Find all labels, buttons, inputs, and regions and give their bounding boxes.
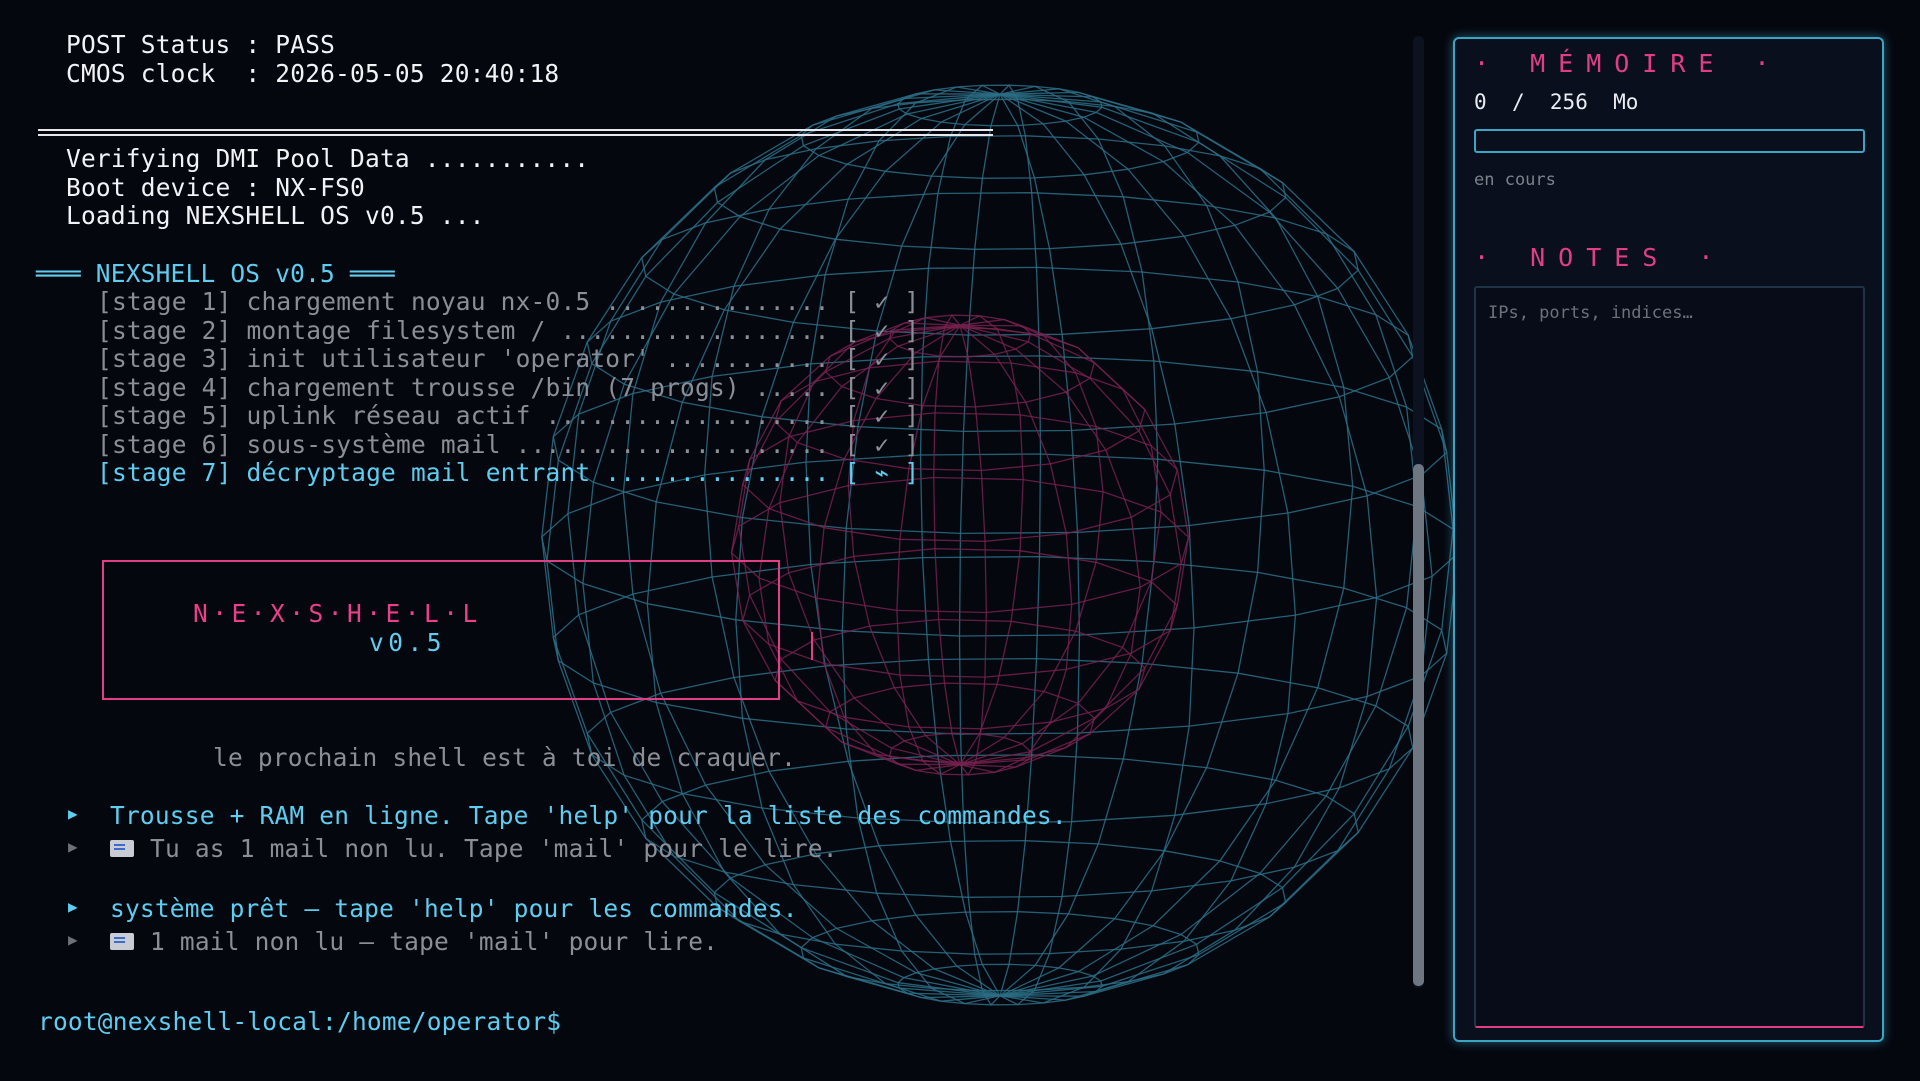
- arrow-right-icon: ▶: [68, 836, 78, 856]
- notes-heading: · NOTES ·: [1474, 243, 1727, 272]
- message-line: ▶ Tu as 1 mail non lu. Tape 'mail' pour l…: [68, 834, 838, 864]
- boot-line: Loading NEXSHELL OS v0.5 ...: [66, 201, 485, 230]
- message-text: Trousse + RAM en ligne. Tape 'help' pour…: [110, 801, 1067, 830]
- cmos-clock-line: CMOS clock : 2026-05-05 20:40:18: [66, 59, 560, 88]
- boot-line: Boot device : NX-FS0: [66, 173, 366, 202]
- memory-progress-bar: [1474, 129, 1865, 153]
- terminal-output: POST Status : PASS CMOS clock : 2026-05-…: [0, 0, 1400, 1081]
- memory-heading: · MÉMOIRE ·: [1474, 49, 1783, 78]
- post-status-line: POST Status : PASS: [66, 30, 336, 59]
- message-text: 1 mail non lu — tape 'mail' pour lire.: [150, 927, 719, 956]
- shell-prompt[interactable]: root@nexshell-local:/home/operator$: [38, 1007, 561, 1037]
- memory-separator: /: [1511, 90, 1525, 114]
- message-line: ▶ 1 mail non lu — tape 'mail' pour lire.: [68, 927, 719, 957]
- os-header: ═══ NEXSHELL OS v0.5 ═══: [36, 259, 395, 288]
- banner-version: v0.5: [369, 628, 447, 657]
- memory-unit: Mo: [1613, 90, 1639, 114]
- stage-line: [stage 1] chargement noyau nx-0.5 ......…: [97, 287, 920, 316]
- memory-used: 0: [1474, 90, 1487, 114]
- banner-title: N·E·X·S·H·E·L·L: [193, 599, 482, 628]
- mail-icon: [110, 839, 134, 857]
- stage-line-active: [stage 7] décryptage mail entrant ......…: [97, 458, 920, 487]
- mail-icon: [110, 932, 134, 950]
- message-line: ▶ Trousse + RAM en ligne. Tape 'help' pou…: [68, 801, 1067, 831]
- side-panel: · MÉMOIRE · 0 / 256 Mo en cours · NOTES …: [1453, 37, 1884, 1042]
- memory-status: en cours: [1474, 170, 1556, 190]
- message-text: système prêt — tape 'help' pour les comm…: [110, 894, 798, 923]
- double-divider: [38, 129, 993, 136]
- memory-total: 256: [1549, 90, 1588, 114]
- arrow-right-icon: ▶: [68, 803, 78, 823]
- boot-line: Verifying DMI Pool Data ...........: [66, 144, 590, 173]
- message-line: ▶ système prêt — tape 'help' pour les com…: [68, 894, 798, 924]
- message-text: Tu as 1 mail non lu. Tape 'mail' pour le…: [150, 834, 838, 863]
- stage-line: [stage 6] sous-système mail ............…: [97, 430, 920, 459]
- notes-textarea[interactable]: [1474, 286, 1865, 1028]
- arrow-right-icon: ▶: [68, 896, 78, 916]
- stage-line: [stage 3] init utilisateur 'operator' ..…: [97, 344, 920, 373]
- scrollbar-thumb[interactable]: [1413, 464, 1424, 986]
- arrow-right-icon: ▶: [68, 929, 78, 949]
- memory-readout: 0 / 256 Mo: [1474, 90, 1638, 114]
- tagline: le prochain shell est à toi de craquer.: [213, 743, 797, 772]
- text-cursor: [811, 632, 813, 660]
- stage-line: [stage 5] uplink réseau actif ..........…: [97, 401, 920, 430]
- stage-line: [stage 4] chargement trousse /bin (7 pro…: [97, 373, 920, 402]
- stage-line: [stage 2] montage filesystem / .........…: [97, 316, 920, 345]
